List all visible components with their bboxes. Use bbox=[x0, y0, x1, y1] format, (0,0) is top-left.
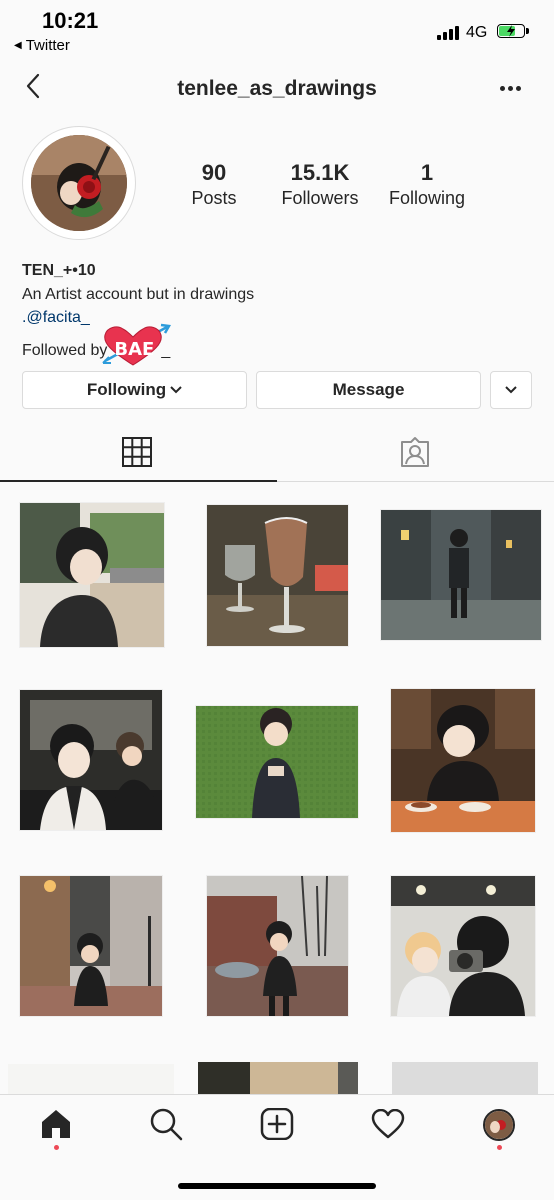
home-icon[interactable] bbox=[39, 1108, 73, 1140]
post-thumbnail[interactable] bbox=[20, 690, 162, 830]
search-icon[interactable] bbox=[149, 1107, 183, 1141]
stat-followers[interactable]: 15.1K Followers bbox=[274, 160, 366, 209]
back-app-label: Twitter bbox=[25, 37, 70, 54]
post-thumbnail[interactable] bbox=[198, 1062, 358, 1094]
home-active-dot bbox=[54, 1145, 59, 1150]
sticker-text: BAE bbox=[114, 339, 155, 360]
followed-by-label: Followed by bbox=[22, 342, 108, 359]
message-button[interactable]: Message bbox=[256, 371, 481, 409]
post-thumbnail[interactable] bbox=[20, 876, 162, 1016]
back-triangle-icon: ◀ bbox=[14, 40, 22, 51]
chevron-down-icon bbox=[505, 386, 517, 394]
following-button[interactable]: Following bbox=[22, 371, 247, 409]
stat-following[interactable]: 1 Following bbox=[384, 160, 470, 209]
status-time: 10:21 bbox=[42, 8, 99, 33]
post-thumbnail[interactable] bbox=[392, 1062, 538, 1094]
post-thumbnail[interactable] bbox=[20, 503, 164, 647]
battery-icon bbox=[497, 24, 529, 38]
post-thumbnail[interactable] bbox=[207, 505, 348, 646]
bae-heart-sticker: BAE bbox=[102, 323, 172, 371]
profile-avatar-icon[interactable] bbox=[483, 1109, 515, 1141]
post-thumbnail[interactable] bbox=[196, 706, 358, 818]
profile-notification-dot bbox=[497, 1145, 502, 1150]
message-button-label: Message bbox=[332, 380, 405, 399]
home-indicator bbox=[178, 1183, 376, 1189]
chevron-down-icon bbox=[170, 386, 182, 394]
following-button-label: Following bbox=[86, 380, 167, 399]
post-thumbnail[interactable] bbox=[391, 876, 535, 1016]
post-thumbnail[interactable] bbox=[207, 876, 348, 1016]
grid-icon[interactable] bbox=[121, 436, 153, 468]
stat-posts: 90 Posts bbox=[191, 160, 237, 208]
back-to-app-link[interactable]: ◀ Twitter bbox=[14, 37, 70, 54]
signal-icon bbox=[437, 26, 459, 40]
bio-mention-link[interactable]: .@facita_ bbox=[22, 309, 90, 327]
profile-username: tenlee_as_drawings bbox=[177, 77, 377, 100]
bio-text: An Artist account but in drawings bbox=[22, 286, 255, 303]
network-label: 4G bbox=[466, 24, 488, 41]
post-thumbnail[interactable] bbox=[8, 1064, 174, 1094]
active-tab-indicator bbox=[0, 480, 277, 482]
plus-square-icon[interactable] bbox=[260, 1108, 294, 1140]
suggested-accounts-button[interactable] bbox=[490, 371, 532, 409]
display-name: TEN_+•10 bbox=[22, 262, 96, 279]
followed-by-line[interactable]: Followed by BAE _ bbox=[22, 323, 172, 371]
tagged-icon[interactable] bbox=[399, 436, 431, 468]
more-options-icon[interactable] bbox=[500, 86, 521, 91]
post-thumbnail[interactable] bbox=[381, 510, 541, 640]
profile-avatar[interactable] bbox=[31, 135, 127, 231]
post-thumbnail[interactable] bbox=[391, 689, 535, 832]
heart-icon[interactable] bbox=[371, 1109, 405, 1139]
